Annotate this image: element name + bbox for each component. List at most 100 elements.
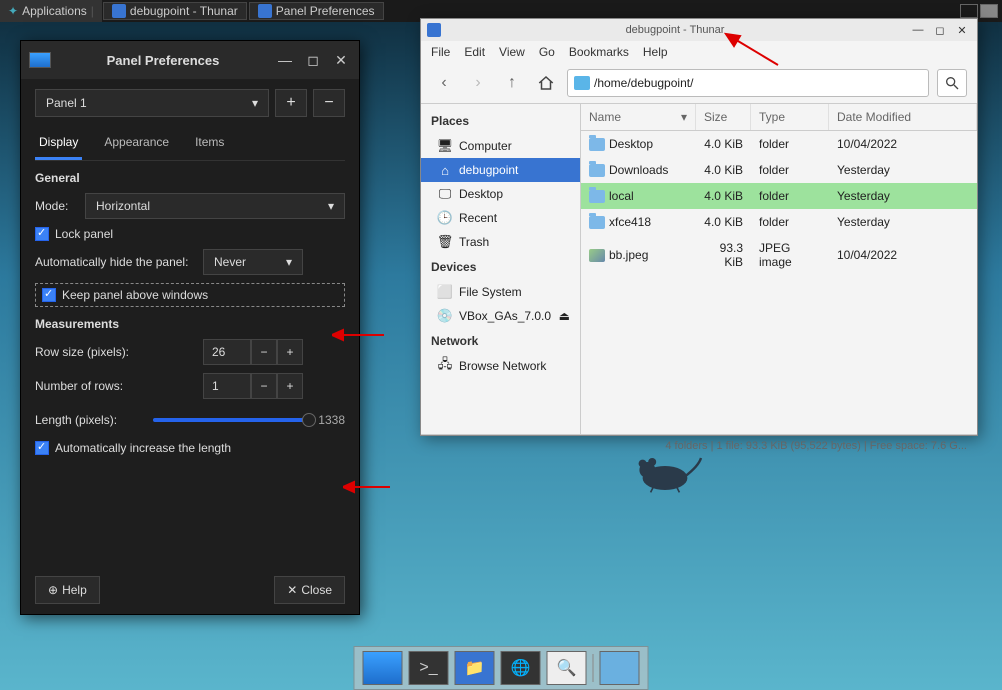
fm-titlebar[interactable]: debugpoint - Thunar — ◻ ✕	[421, 19, 977, 41]
disc-icon: 💿	[437, 308, 453, 324]
file-date-cell: 10/04/2022	[829, 135, 977, 153]
sidebar-browse-network-label: Browse Network	[459, 359, 546, 373]
sidebar-vbox[interactable]: 💿VBox_GAs_7.0.0⏏	[421, 304, 580, 328]
up-button[interactable]: ↑	[499, 70, 525, 96]
menu-file[interactable]: File	[431, 45, 450, 59]
minimize-button[interactable]: —	[275, 50, 295, 70]
dock-web-browser[interactable]: 🌐	[501, 651, 541, 685]
fm-close-button[interactable]: ✕	[953, 22, 971, 38]
dock-terminal[interactable]: >_	[409, 651, 449, 685]
back-button[interactable]: ‹	[431, 70, 457, 96]
slider-thumb[interactable]	[302, 413, 316, 427]
sidebar-recent[interactable]: 🕒Recent	[421, 206, 580, 230]
workspace-1[interactable]	[960, 4, 978, 18]
workspace-2[interactable]	[980, 4, 998, 18]
image-icon	[589, 249, 605, 262]
keep-above-checkbox[interactable]	[42, 288, 56, 302]
menu-help[interactable]: Help	[643, 45, 668, 59]
sidebar-trash[interactable]: 🗑Trash	[421, 230, 580, 254]
menu-go[interactable]: Go	[539, 45, 555, 59]
column-name[interactable]: Name▾	[581, 104, 696, 130]
help-icon: ⊕	[48, 583, 58, 597]
sidebar-home[interactable]: ⌂debugpoint	[421, 158, 580, 182]
row-size-spinner[interactable]: 26 − +	[203, 339, 303, 365]
trash-icon: 🗑	[437, 234, 453, 250]
sidebar-desktop[interactable]: 🖵Desktop	[421, 182, 580, 206]
num-rows-value[interactable]: 1	[203, 373, 251, 399]
terminal-icon: >_	[419, 659, 437, 677]
tab-appearance[interactable]: Appearance	[100, 127, 173, 160]
tab-items[interactable]: Items	[191, 127, 228, 160]
column-type[interactable]: Type	[751, 104, 829, 130]
close-button[interactable]: ✕ Close	[274, 576, 345, 604]
maximize-button[interactable]: ◻	[303, 50, 323, 70]
computer-icon: 🖥	[437, 138, 453, 154]
file-name: xfce418	[609, 215, 651, 229]
lock-panel-checkbox[interactable]	[35, 227, 49, 241]
file-type-cell: folder	[751, 187, 829, 205]
home-icon: ⌂	[437, 162, 453, 178]
fm-maximize-button[interactable]: ◻	[931, 22, 949, 38]
task-thunar[interactable]: debugpoint - Thunar	[103, 2, 247, 20]
keep-above-row[interactable]: Keep panel above windows	[35, 283, 345, 307]
file-row[interactable]: Desktop4.0 KiBfolder10/04/2022	[581, 131, 977, 157]
column-date[interactable]: Date Modified	[829, 104, 977, 130]
row-size-increase[interactable]: +	[277, 339, 303, 365]
forward-button[interactable]: ›	[465, 70, 491, 96]
bottom-dock: >_ 📁 🌐 🔍	[354, 646, 649, 690]
row-size-value[interactable]: 26	[203, 339, 251, 365]
eject-icon[interactable]: ⏏	[559, 309, 570, 323]
autohide-dropdown[interactable]: Never ▾	[203, 249, 303, 275]
fm-file-list[interactable]: Desktop4.0 KiBfolder10/04/2022Downloads4…	[581, 131, 977, 275]
sidebar-filesystem[interactable]: ⬜File System	[421, 280, 580, 304]
annotation-arrow-2	[343, 478, 393, 496]
length-slider[interactable]	[153, 418, 310, 422]
file-row[interactable]: xfce4184.0 KiBfolderYesterday	[581, 209, 977, 235]
dock-file-manager[interactable]: 📁	[455, 651, 495, 685]
home-button[interactable]	[533, 70, 559, 96]
task-panel-prefs[interactable]: Panel Preferences	[249, 2, 384, 20]
mode-dropdown[interactable]: Horizontal ▾	[85, 193, 345, 219]
lock-panel-row[interactable]: Lock panel	[35, 227, 345, 241]
sidebar-browse-network[interactable]: 🖧Browse Network	[421, 354, 580, 378]
prefs-titlebar[interactable]: Panel Preferences — ◻ ✕	[21, 41, 359, 79]
lock-panel-label: Lock panel	[55, 227, 113, 241]
file-name: Downloads	[609, 163, 668, 177]
fm-minimize-button[interactable]: —	[909, 22, 927, 38]
file-row[interactable]: local4.0 KiBfolderYesterday	[581, 183, 977, 209]
panel-selector[interactable]: Panel 1 ▾	[35, 89, 269, 117]
dock-show-desktop[interactable]	[363, 651, 403, 685]
file-date-cell: Yesterday	[829, 187, 977, 205]
dock-directory[interactable]	[600, 651, 640, 685]
xfce-mouse-logo	[625, 445, 705, 495]
add-panel-button[interactable]: +	[275, 89, 307, 117]
workspace-switcher[interactable]	[960, 4, 998, 18]
auto-length-row[interactable]: Automatically increase the length	[35, 441, 345, 455]
file-name-cell: xfce418	[581, 213, 696, 231]
row-size-decrease[interactable]: −	[251, 339, 277, 365]
dock-app-finder[interactable]: 🔍	[547, 651, 587, 685]
auto-length-checkbox[interactable]	[35, 441, 49, 455]
num-rows-decrease[interactable]: −	[251, 373, 277, 399]
search-button[interactable]	[937, 69, 967, 97]
file-row[interactable]: bb.jpeg93.3 KiBJPEG image10/04/2022	[581, 235, 977, 275]
dock-separator	[593, 654, 594, 682]
menu-edit[interactable]: Edit	[464, 45, 485, 59]
prefs-title: Panel Preferences	[59, 53, 267, 68]
sidebar-computer[interactable]: 🖥Computer	[421, 134, 580, 158]
column-size[interactable]: Size	[696, 104, 751, 130]
tab-display[interactable]: Display	[35, 127, 82, 160]
file-row[interactable]: Downloads4.0 KiBfolderYesterday	[581, 157, 977, 183]
num-rows-spinner[interactable]: 1 − +	[203, 373, 303, 399]
applications-menu[interactable]: ✦ Applications |	[0, 0, 102, 22]
file-type-cell: JPEG image	[751, 239, 829, 271]
num-rows-increase[interactable]: +	[277, 373, 303, 399]
fm-window-icon	[427, 23, 441, 37]
separator-icon: |	[91, 4, 94, 18]
path-bar[interactable]: /home/debugpoint/	[567, 69, 929, 97]
help-button[interactable]: ⊕ Help	[35, 576, 100, 604]
menu-view[interactable]: View	[499, 45, 525, 59]
close-window-button[interactable]: ✕	[331, 50, 351, 70]
remove-panel-button[interactable]: −	[313, 89, 345, 117]
menu-bookmarks[interactable]: Bookmarks	[569, 45, 629, 59]
